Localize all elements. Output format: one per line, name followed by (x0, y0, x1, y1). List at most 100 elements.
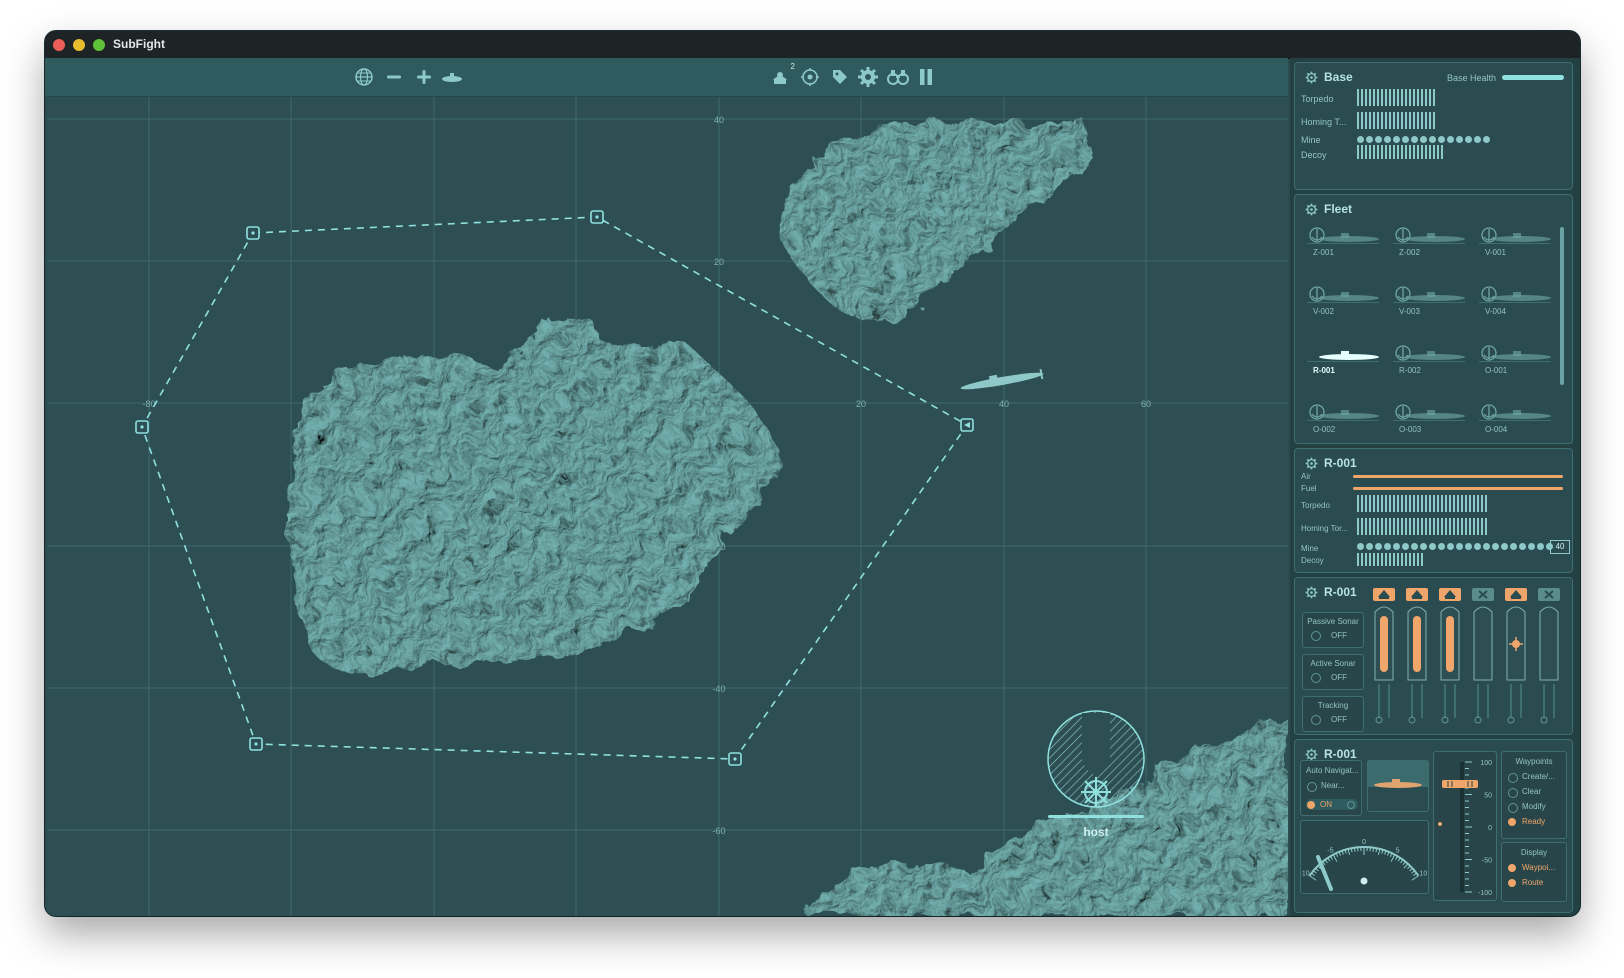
tracking-value: OFF (1331, 715, 1347, 724)
fleet-sub-z-001[interactable]: Z-001 (1303, 221, 1383, 266)
close-window-button[interactable] (53, 39, 65, 51)
waypoint-option[interactable]: Ready (1508, 817, 1564, 829)
ammo-tick (1369, 112, 1371, 129)
fleet-sub-name: V-002 (1313, 307, 1334, 316)
waypoint-option[interactable]: Modify (1508, 802, 1564, 814)
waypoint-marker[interactable] (135, 420, 149, 434)
status-mine-label: Mine (1301, 544, 1319, 553)
app-window: SubFight 2 -80 20 40 60 40 20 -40 -60 ho… (45, 31, 1580, 916)
waypoint-option[interactable]: Clear (1508, 787, 1564, 799)
display-radio[interactable] (1508, 864, 1516, 872)
crosshair-icon[interactable] (797, 64, 823, 90)
sub-underline (1393, 243, 1465, 244)
fleet-sub-o-002[interactable]: O-002 (1303, 398, 1383, 443)
active-sonar-switch[interactable] (1311, 673, 1321, 683)
ammo-tick (1433, 495, 1435, 512)
fleet-sub-v-004[interactable]: V-004 (1475, 280, 1555, 325)
tracking-toggle[interactable]: Tracking OFF (1302, 696, 1364, 732)
fleet-sub-r-002[interactable]: R-002 (1389, 339, 1469, 384)
mine-dot (1402, 543, 1409, 550)
ammo-tick (1413, 112, 1415, 129)
active-sonar-toggle[interactable]: Active Sonar OFF (1302, 654, 1364, 690)
ammo-tick (1397, 518, 1399, 535)
tracking-switch[interactable] (1311, 715, 1321, 725)
ammo-tick (1389, 145, 1391, 159)
pause-icon[interactable] (913, 64, 939, 90)
ammo-tick (1377, 518, 1379, 535)
fleet-sub-o-001[interactable]: O-001 (1475, 339, 1555, 384)
ammo-tick (1393, 553, 1395, 566)
on-switch[interactable]: ON (1306, 799, 1358, 810)
gauge-tick (1309, 875, 1317, 881)
tactical-map[interactable]: -802040604020-20-40-60 (47, 97, 1288, 916)
torpedo-tube-5[interactable] (1503, 588, 1531, 730)
fleet-sub-o-003[interactable]: O-003 (1389, 398, 1469, 443)
torpedo-tube-6[interactable] (1536, 588, 1564, 730)
torpedo-tube-1[interactable] (1371, 588, 1399, 730)
gear-icon[interactable] (855, 64, 881, 90)
ammo-tick (1445, 518, 1447, 535)
fleet-scrollbar[interactable] (1560, 227, 1564, 385)
waypoint-marker[interactable] (728, 752, 742, 766)
minimize-window-button[interactable] (73, 39, 85, 51)
waypoint-marker[interactable] (249, 737, 263, 751)
ammo-tick (1393, 495, 1395, 512)
binoculars-icon[interactable] (885, 64, 911, 90)
zoom-in-icon[interactable] (411, 64, 437, 90)
gauge-tick (1407, 865, 1411, 870)
ammo-tick (1405, 89, 1407, 106)
on-label: ON (1320, 800, 1332, 809)
submarine-icon[interactable] (439, 64, 465, 90)
ammo-tick (1361, 145, 1363, 159)
waypoint-marker[interactable] (590, 210, 604, 224)
waypoint-marker[interactable] (960, 418, 974, 432)
ammo-tick (1357, 553, 1359, 566)
mine-dot (1474, 136, 1481, 143)
fleet-sub-o-004[interactable]: O-004 (1475, 398, 1555, 443)
submarine-unit[interactable] (959, 367, 1044, 393)
tracking-label: Tracking (1317, 701, 1349, 710)
passive-sonar-switch[interactable] (1311, 631, 1321, 641)
depth-slider[interactable]: 100 50 0 -50 -100 (1433, 751, 1497, 901)
ammo-tick (1357, 145, 1359, 159)
fleet-sub-r-001[interactable]: R-001 (1303, 339, 1383, 384)
tag-icon[interactable] (827, 64, 853, 90)
gauge-tick-label: -5 (1327, 847, 1333, 854)
sub-underline (1307, 302, 1379, 303)
captain-icon[interactable]: 2 (767, 62, 795, 90)
fleet-sub-v-003[interactable]: V-003 (1389, 280, 1469, 325)
torpedo-tube-2[interactable] (1404, 588, 1432, 730)
weapons-panel-title: R-001 (1305, 585, 1357, 599)
fleet-sub-v-001[interactable]: V-001 (1475, 221, 1555, 266)
passive-sonar-toggle[interactable]: Passive Sonar OFF (1302, 612, 1364, 648)
base-mine-stock (1357, 136, 1490, 143)
fleet-sub-name: Z-002 (1399, 248, 1420, 257)
gauge-tick (1397, 857, 1401, 862)
display-option[interactable]: Waypoi... (1508, 863, 1564, 875)
zoom-out-icon[interactable] (381, 64, 407, 90)
torpedo-tube-4[interactable] (1470, 588, 1498, 730)
globe-icon[interactable] (351, 64, 377, 90)
mine-dot (1474, 543, 1481, 550)
waypoint-marker[interactable] (246, 226, 260, 240)
near-radio[interactable] (1307, 782, 1317, 792)
waypoint-radio[interactable] (1508, 818, 1516, 826)
waypoint-option[interactable]: Create/... (1508, 772, 1564, 784)
zoom-window-button[interactable] (93, 39, 105, 51)
torpedo-tube-3[interactable] (1437, 588, 1465, 730)
fleet-sub-v-002[interactable]: V-002 (1303, 280, 1383, 325)
gear-icon (1305, 71, 1318, 83)
waypoint-radio[interactable] (1508, 803, 1518, 813)
ammo-tick (1381, 518, 1383, 535)
fleet-sub-name: V-003 (1399, 307, 1420, 316)
gear-icon (1305, 586, 1318, 598)
depth-handle[interactable] (1442, 780, 1478, 788)
display-radio[interactable] (1508, 879, 1516, 887)
captain-badge: 2 (790, 62, 795, 71)
waypoint-radio[interactable] (1508, 788, 1518, 798)
fleet-sub-z-002[interactable]: Z-002 (1389, 221, 1469, 266)
display-option[interactable]: Route (1508, 878, 1564, 890)
base-panel: Base Base Health Torpedo Homing T... Min… (1294, 62, 1573, 190)
waypoint-radio[interactable] (1508, 773, 1518, 783)
gauge-needle[interactable] (1316, 855, 1333, 891)
